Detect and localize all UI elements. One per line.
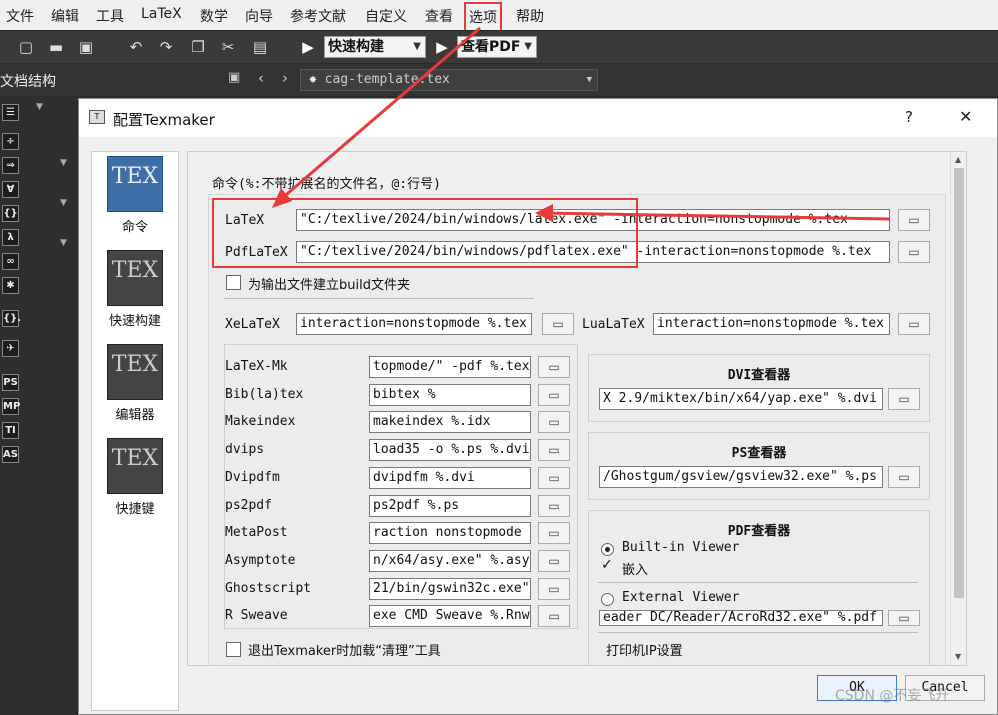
arrow-from-right [544,211,891,221]
annotation-arrows [272,26,891,222]
arrow-to-latex [279,26,481,202]
arrowhead-icon [535,204,553,222]
